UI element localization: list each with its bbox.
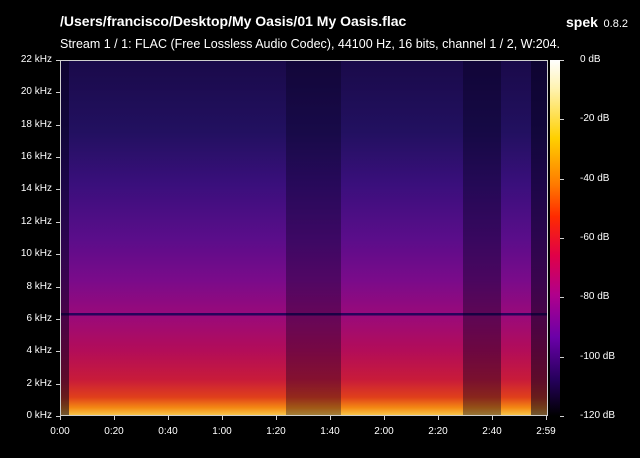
db-tick: [560, 119, 564, 121]
time-tick-label: 2:20: [428, 426, 448, 437]
time-tick: [60, 416, 61, 420]
time-tick: [114, 416, 115, 420]
time-tick: [546, 416, 547, 420]
db-tick: [560, 178, 564, 180]
time-tick-label: 0:40: [158, 426, 178, 437]
time-tick-label: 2:59: [536, 426, 556, 437]
app-version: 0.8.2: [603, 18, 628, 30]
frequency-tick-label: 0 kHz: [26, 410, 52, 421]
time-tick: [384, 416, 385, 420]
db-tick: [560, 238, 564, 239]
frequency-tick: [56, 318, 60, 320]
frequency-tick-label: 2 kHz: [26, 377, 52, 389]
time-tick-label: 1:20: [266, 426, 286, 437]
db-tick-label: 0 dB: [580, 54, 601, 65]
time-tick-label: 2:40: [482, 426, 502, 437]
frequency-tick-label: 6 kHz: [26, 312, 52, 324]
frequency-tick-label: 12 kHz: [20, 215, 52, 227]
frequency-tick: [56, 124, 60, 126]
time-tick: [492, 416, 493, 420]
time-tick: [438, 416, 439, 420]
frequency-tick-label: 8 kHz: [26, 280, 52, 292]
time-tick: [330, 416, 331, 420]
frequency-tick-label: 20 kHz: [20, 86, 52, 98]
time-tick-label: 1:40: [320, 426, 340, 437]
frequency-tick-label: 10 kHz: [20, 248, 52, 260]
spectrogram-dark-band: [286, 61, 341, 415]
frequency-tick: [56, 286, 60, 288]
frequency-tick-label: 16 kHz: [20, 151, 52, 163]
db-tick-label: -40 dB: [580, 172, 610, 184]
spectrogram-dark-band: [531, 61, 547, 415]
db-tick: [560, 297, 564, 299]
frequency-tick: [56, 60, 60, 61]
frequency-tick-label: 22 kHz: [20, 54, 52, 65]
time-tick: [222, 416, 223, 420]
frequency-tick: [56, 383, 60, 385]
stream-info: Stream 1 / 1: FLAC (Free Lossless Audio …: [60, 37, 560, 51]
app-name: spek: [565, 14, 598, 30]
frequency-tick: [56, 157, 60, 159]
db-tick-label: -60 dB: [580, 232, 610, 243]
db-tick-label: -80 dB: [580, 291, 610, 303]
app-brand: spek 0.8.2: [566, 14, 628, 30]
frequency-tick: [56, 92, 60, 94]
db-tick-label: -20 dB: [580, 113, 610, 125]
time-tick-label: 2:00: [374, 426, 394, 437]
db-tick-label: -100 dB: [580, 350, 616, 362]
time-tick-label: 0:00: [50, 426, 70, 437]
frequency-tick-label: 18 kHz: [20, 118, 52, 130]
time-tick: [276, 416, 277, 420]
window-title: /Users/francisco/Desktop/My Oasis/01 My …: [60, 13, 407, 29]
frequency-tick: [56, 189, 60, 191]
time-tick: [168, 416, 169, 420]
db-tick: [560, 60, 564, 61]
time-tick-label: 0:20: [104, 426, 124, 437]
db-tick: [560, 356, 564, 358]
frequency-tick: [56, 254, 60, 256]
frequency-tick-label: 14 kHz: [20, 183, 52, 195]
db-tick-label: -120 dB: [580, 410, 616, 421]
frequency-tick: [56, 351, 60, 353]
db-colorbar: [550, 60, 560, 416]
frequency-tick-label: 4 kHz: [26, 345, 52, 357]
spectrogram-dark-band: [463, 61, 501, 415]
time-tick-label: 1:00: [212, 426, 232, 437]
spectrogram-dark-band: [61, 61, 69, 415]
db-tick: [560, 416, 564, 417]
frequency-tick: [56, 221, 60, 223]
spectrogram-plot: [60, 60, 548, 416]
